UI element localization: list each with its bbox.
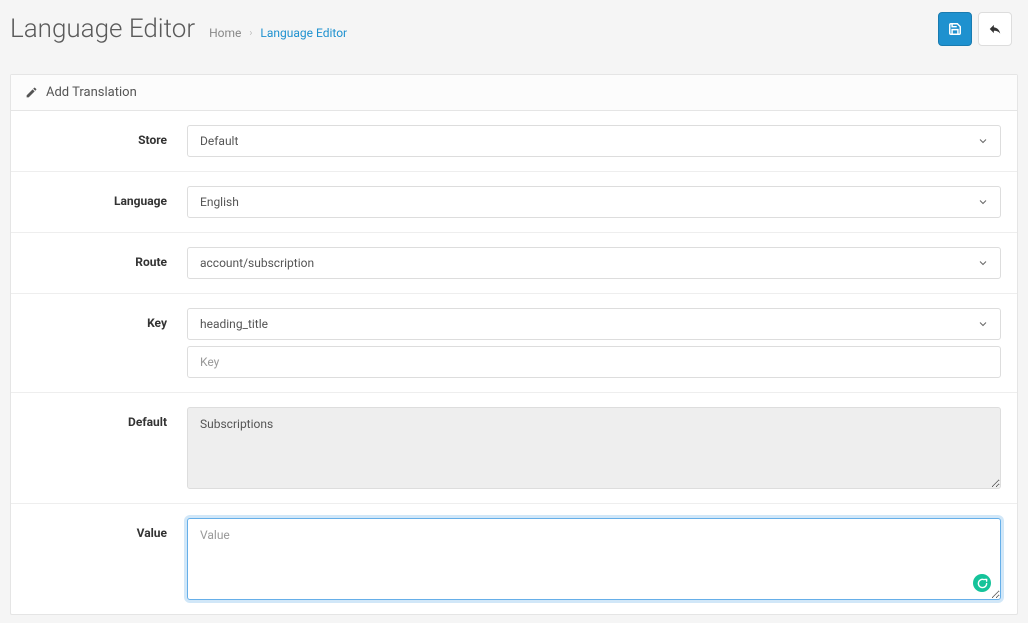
header-left: Language Editor Home › Language Editor: [10, 14, 347, 44]
breadcrumb-current[interactable]: Language Editor: [260, 26, 347, 40]
page-header: Language Editor Home › Language Editor: [0, 0, 1028, 66]
row-default: Default: [11, 393, 1017, 504]
row-key: Key heading_title: [11, 294, 1017, 393]
label-store: Store: [27, 125, 187, 147]
panel-title: Add Translation: [46, 85, 137, 100]
row-route: Route account/subscription: [11, 233, 1017, 294]
header-actions: [938, 12, 1012, 46]
label-language: Language: [27, 186, 187, 208]
value-textarea[interactable]: [187, 518, 1001, 600]
save-icon: [948, 22, 962, 36]
panel-heading: Add Translation: [11, 75, 1017, 111]
row-store: Store Default: [11, 111, 1017, 172]
breadcrumb: Home › Language Editor: [209, 26, 347, 40]
page-title: Language Editor: [10, 14, 195, 44]
breadcrumb-home[interactable]: Home: [209, 26, 241, 40]
key-input[interactable]: [187, 346, 1001, 378]
default-textarea: [187, 407, 1001, 489]
label-default: Default: [27, 407, 187, 429]
language-select[interactable]: English: [187, 186, 1001, 218]
reply-icon: [988, 22, 1002, 36]
key-select[interactable]: heading_title: [187, 308, 1001, 340]
label-route: Route: [27, 247, 187, 269]
panel-body: Store Default Language English: [11, 111, 1017, 614]
pencil-icon: [25, 86, 38, 99]
back-button[interactable]: [978, 12, 1012, 46]
label-value: Value: [27, 518, 187, 540]
chevron-right-icon: ›: [249, 28, 252, 39]
row-value: Value: [11, 504, 1017, 614]
form-panel: Add Translation Store Default Language: [10, 74, 1018, 615]
store-select[interactable]: Default: [187, 125, 1001, 157]
label-key: Key: [27, 308, 187, 330]
row-language: Language English: [11, 172, 1017, 233]
route-select[interactable]: account/subscription: [187, 247, 1001, 279]
save-button[interactable]: [938, 12, 972, 46]
